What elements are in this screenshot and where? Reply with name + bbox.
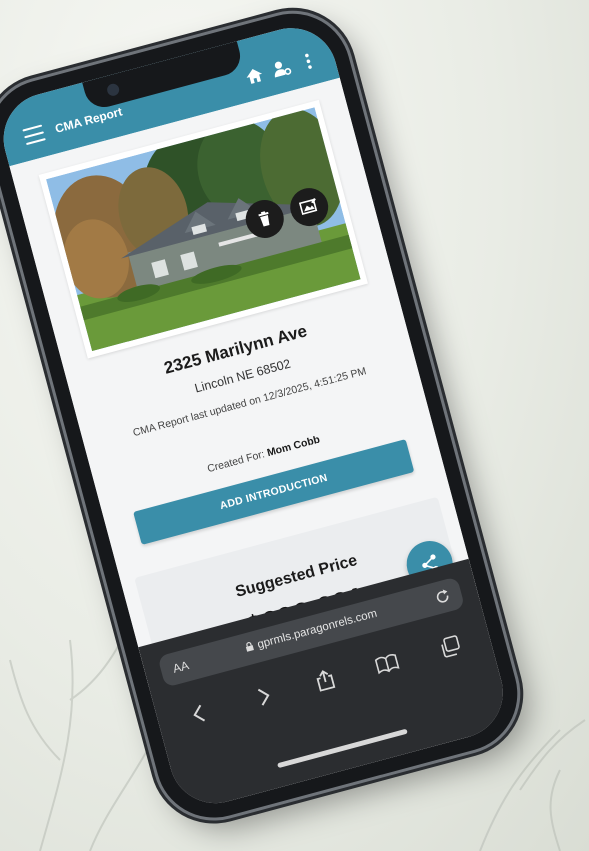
back-icon[interactable] xyxy=(185,699,214,728)
user-switch-icon[interactable] xyxy=(269,56,293,80)
share-sheet-icon[interactable] xyxy=(310,665,339,694)
home-icon[interactable] xyxy=(242,64,266,88)
image-edit-icon xyxy=(298,198,318,215)
camera xyxy=(105,82,121,98)
bookmarks-icon[interactable] xyxy=(372,649,401,678)
lock-icon xyxy=(245,642,254,652)
created-for-label: Created For: xyxy=(205,448,267,476)
menu-icon[interactable] xyxy=(22,124,46,146)
home-indicator xyxy=(277,728,408,769)
trash-icon xyxy=(258,211,270,227)
created-for-name: Mom Cobb xyxy=(265,433,322,460)
property-photo xyxy=(46,107,361,352)
more-vertical-icon[interactable] xyxy=(296,49,320,73)
app-title: CMA Report xyxy=(53,104,124,136)
forward-icon[interactable] xyxy=(249,682,278,711)
tabs-icon[interactable] xyxy=(436,632,465,661)
url-value: gprmls.paragonrels.com xyxy=(256,607,379,652)
